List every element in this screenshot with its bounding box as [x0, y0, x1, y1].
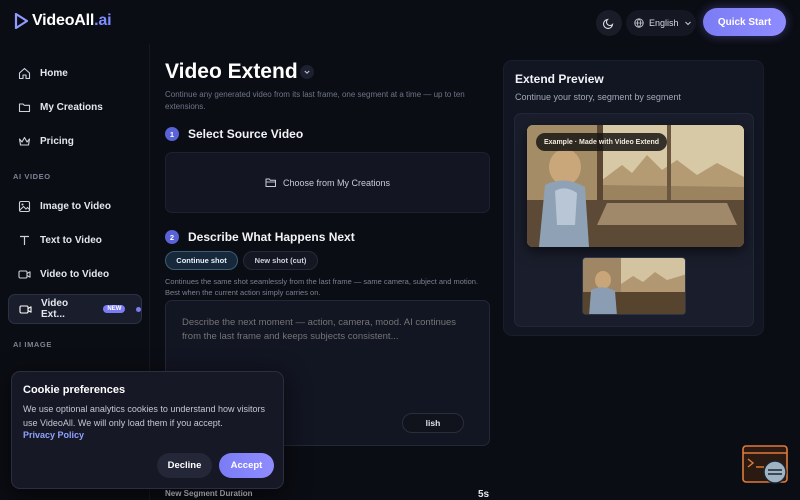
preview-image-main[interactable]: Example · Made with Video Extend [527, 125, 744, 247]
video-icon [18, 269, 31, 279]
mode-new-shot-button[interactable]: New shot (cut) [243, 251, 318, 270]
image-icon [18, 200, 31, 212]
preview-image-thumbnail[interactable] [582, 257, 686, 315]
step-2-header: 2 Describe What Happens Next [165, 230, 355, 244]
sidebar-item-home[interactable]: Home [8, 58, 142, 88]
sidebar-item-label: Home [40, 67, 68, 79]
choose-source-button[interactable]: Choose from My Creations [165, 152, 490, 213]
chevron-down-icon [684, 21, 691, 26]
mode-continue-shot-button[interactable]: Continue shot [165, 251, 238, 270]
sidebar-item-my-creations[interactable]: My Creations [8, 92, 142, 122]
section-label-ai-video: AI VIDEO [13, 172, 51, 181]
support-chat-widget[interactable] [742, 445, 790, 487]
language-selector[interactable]: English [626, 10, 696, 36]
polish-button[interactable]: lish [402, 413, 464, 433]
sidebar-item-label: Image to Video [40, 200, 111, 212]
example-badge: Example · Made with Video Extend [536, 133, 668, 151]
sidebar-item-label: Video to Video [40, 268, 110, 280]
mode-description: Continues the same shot seamlessly from … [165, 277, 479, 297]
cookie-text: We use optional analytics cookies to und… [23, 404, 265, 428]
page-description: Continue any generated video from its la… [165, 90, 465, 111]
sidebar-item-text-to-video[interactable]: Text to Video [8, 225, 142, 255]
sidebar-item-label: Video Ext... [41, 298, 69, 320]
choose-source-label: Choose from My Creations [282, 177, 391, 188]
thumbnail-illustration [583, 258, 685, 314]
sidebar-item-video-extend[interactable]: Video Ext... NEW [8, 294, 142, 324]
globe-icon [634, 18, 644, 28]
step-title: Select Source Video [188, 127, 304, 141]
status-dot [136, 306, 141, 312]
preview-media-area: Example · Made with Video Extend [514, 113, 754, 327]
video-extend-icon [19, 304, 32, 314]
top-header: VideoAll.ai English Quick Start [0, 0, 800, 44]
decline-button[interactable]: Decline [157, 453, 212, 478]
moon-icon [603, 18, 614, 29]
step-1-header: 1 Select Source Video [165, 127, 303, 141]
duration-value: 5s [478, 489, 490, 500]
step-number: 1 [165, 127, 179, 141]
chat-terminal-icon [742, 445, 788, 484]
text-icon [20, 235, 29, 245]
preview-subtitle: Continue your story, segment by segment [515, 92, 681, 102]
step-number: 2 [165, 230, 179, 244]
sidebar-item-pricing[interactable]: Pricing [8, 126, 142, 156]
theme-toggle-button[interactable] [596, 10, 622, 36]
privacy-policy-link[interactable]: Privacy Policy [23, 430, 84, 440]
accept-button[interactable]: Accept [219, 453, 274, 478]
chevron-down-icon [304, 70, 310, 74]
play-logo-icon [14, 13, 28, 29]
sidebar-item-label: My Creations [40, 101, 103, 113]
folder-open-icon [265, 178, 276, 187]
section-label-ai-image: AI IMAGE [13, 340, 52, 349]
logo[interactable]: VideoAll.ai [14, 12, 112, 30]
quick-start-button[interactable]: Quick Start [703, 8, 786, 36]
language-label: English [649, 18, 679, 28]
title-dropdown-button[interactable] [300, 65, 314, 79]
sidebar-item-video-to-video[interactable]: Video to Video [8, 259, 142, 289]
home-icon [18, 67, 31, 79]
preview-panel: Extend Preview Continue your story, segm… [503, 60, 764, 336]
cookie-title: Cookie preferences [23, 384, 126, 396]
duration-label: New Segment Duration [165, 489, 253, 498]
step-title: Describe What Happens Next [188, 230, 355, 244]
folder-icon [18, 102, 31, 112]
new-badge: NEW [103, 305, 126, 313]
logo-text: VideoAll.ai [32, 12, 112, 29]
cookie-dialog: Cookie preferences We use optional analy… [11, 371, 284, 489]
preview-title: Extend Preview [515, 72, 604, 86]
page-title: Video Extend [165, 60, 298, 83]
sidebar-item-image-to-video[interactable]: Image to Video [8, 191, 142, 221]
sidebar-item-label: Text to Video [40, 234, 102, 246]
sidebar-item-label: Pricing [40, 135, 74, 147]
crown-icon [18, 136, 31, 146]
